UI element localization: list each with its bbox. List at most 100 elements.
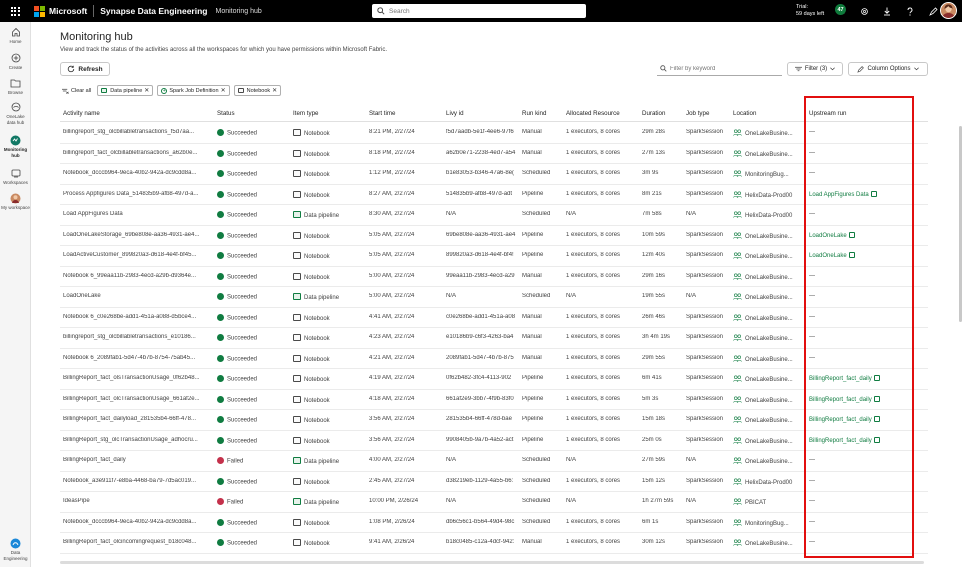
activity-name-cell[interactable]: IdeasPipe — [63, 498, 211, 504]
upstream-run-cell[interactable]: LoadOneLake — [809, 252, 921, 259]
rail-item-onelake[interactable]: OneLake data hub — [0, 101, 31, 125]
table-row[interactable]: BillingReport_fact_olcTransactionUsage_6… — [60, 390, 928, 410]
table-row[interactable]: BillingReport_fact_dailyload_281535b4-66… — [60, 410, 928, 431]
global-search[interactable] — [372, 4, 586, 18]
table-row[interactable]: BillingReport_fact_olsTransactionUsage_0… — [60, 369, 928, 390]
upstream-run-link[interactable]: Load AppFigures Data — [809, 192, 869, 198]
table-row[interactable]: billingreport_stg_olcbillabletransaction… — [60, 123, 928, 144]
upstream-run-cell[interactable]: BillingReport_fact_daily — [809, 375, 921, 382]
table-row[interactable]: LoadOneLake Succeeded Data pipeline 5:00 AM… — [60, 287, 928, 308]
table-row[interactable]: Notebook_dcccb964-9eca-40b2-942a-dc9cdd8… — [60, 513, 928, 533]
share-feedback-button[interactable] — [926, 3, 940, 19]
activity-name-cell[interactable]: LoadOneLakeStorage_69be808e-aa36-4931-ae… — [63, 232, 211, 238]
table-row[interactable]: billingreport_stg_olcbillabletransaction… — [60, 328, 928, 349]
activity-name-cell[interactable]: LoadActiveCustomer_899820a3-d618-4e4f-bf… — [63, 252, 211, 258]
open-link-icon[interactable] — [873, 375, 880, 381]
activity-name-cell[interactable]: BillingReport_fact_dailyload_281535b4-66… — [63, 416, 211, 422]
rail-item-my-workspace[interactable]: My workspace — [0, 192, 31, 211]
upstream-run-cell[interactable]: LoadOneLake — [809, 231, 921, 239]
rail-item-browse[interactable]: Browse — [0, 77, 31, 96]
open-link-icon[interactable] — [873, 395, 880, 402]
rail-experience-switcher[interactable]: Data Engineering — [0, 537, 31, 561]
table-row[interactable]: billingreport_fact_olcbillabletransactio… — [60, 144, 928, 164]
upstream-run-link[interactable]: BillingReport_fact_daily — [809, 438, 872, 444]
activity-name-cell[interactable]: BillingReport_fact_olcincomingrequest_b1… — [63, 539, 211, 545]
column-header-start-time[interactable]: Start time — [369, 110, 395, 117]
column-header-allocated-resource[interactable]: Allocated Resource — [566, 110, 620, 117]
column-header-duration[interactable]: Duration — [642, 110, 665, 117]
upstream-run-link[interactable]: BillingReport_fact_daily — [809, 397, 872, 403]
activity-name-cell[interactable]: billingreport_stg_olcbillabletransaction… — [63, 129, 211, 135]
table-row[interactable]: BillingReport_fact_daily Failed Data pipel… — [60, 451, 928, 472]
column-header-item-type[interactable]: Item type — [293, 110, 318, 117]
upstream-run-link[interactable]: BillingReport_fact_daily — [809, 376, 872, 382]
table-row[interactable]: LoadActiveCustomer_899820a3-d618-4e4f-bf… — [60, 246, 928, 267]
upstream-run-cell[interactable]: Load AppFigures Data — [809, 190, 921, 198]
activity-name-cell[interactable]: BillingReport_fact_daily — [63, 457, 211, 463]
horizontal-scrollbar[interactable] — [60, 561, 924, 564]
table-row[interactable]: Notebook 6_2089fab1-5d47-4b7b-8754-75ab4… — [60, 349, 928, 369]
upstream-run-link[interactable]: LoadOneLake — [809, 233, 847, 239]
refresh-button[interactable]: Refresh — [60, 62, 110, 76]
open-link-icon[interactable] — [848, 231, 855, 238]
filter-chip-notebook[interactable]: Notebook ✕ — [233, 85, 282, 96]
upstream-run-cell[interactable]: BillingReport_fact_daily — [809, 436, 921, 444]
activity-name-cell[interactable]: LoadOneLake — [63, 293, 211, 299]
activity-name-cell[interactable]: Notebook 6_2089fab1-5d47-4b7b-8754-75ab4… — [63, 355, 211, 361]
table-row[interactable]: BillingReport_stg_olcTransactionUsage_ad… — [60, 431, 928, 451]
filter-button[interactable]: Filter (3) — [787, 62, 843, 76]
trial-status[interactable]: Trial: 59 days left — [796, 4, 824, 18]
rail-item-create[interactable]: Create — [0, 52, 31, 71]
table-row[interactable]: Load AppFigures Data Succeeded Data pipeli… — [60, 205, 928, 226]
close-icon[interactable]: ✕ — [144, 87, 149, 94]
upstream-run-link[interactable]: LoadOneLake — [809, 253, 847, 259]
activity-name-cell[interactable]: Notebook_a3e911f7-e8ba-4468-ba79-7d5ac01… — [63, 478, 211, 484]
table-row[interactable]: Notebook 6_99eaa11b-2983-4ecd-a29b-d9364… — [60, 267, 928, 287]
activity-name-cell[interactable]: billingreport_stg_olcbillabletransaction… — [63, 334, 211, 340]
column-header-location[interactable]: Location — [733, 110, 756, 117]
user-avatar[interactable] — [940, 2, 957, 19]
breadcrumb[interactable]: Monitoring hub — [215, 8, 261, 15]
search-input[interactable] — [389, 7, 579, 15]
keyword-filter-input[interactable] — [670, 65, 780, 72]
notifications-button[interactable]: 47 — [834, 3, 848, 19]
column-header-livy-id[interactable]: Livy id — [446, 110, 464, 117]
activity-name-cell[interactable]: billingreport_fact_olcbillabletransactio… — [63, 150, 211, 156]
filter-chip-spark-job-definition[interactable]: + Spark Job Definition ✕ — [157, 85, 230, 96]
rail-item-workspaces[interactable]: Workspaces — [0, 167, 31, 186]
activity-name-cell[interactable]: Notebook 6_c0e268be-add1-451a-a088-d5bce… — [63, 314, 211, 320]
open-link-icon[interactable] — [873, 436, 880, 443]
rail-item-home[interactable]: Home — [0, 26, 31, 45]
column-header-run-kind[interactable]: Run kind — [522, 110, 546, 117]
table-row[interactable]: BillingReport_fact_olcincomingrequest_b1… — [60, 533, 928, 554]
filter-chip-data-pipeline[interactable]: Data pipeline ✕ — [97, 85, 154, 96]
open-link-icon[interactable] — [873, 416, 880, 422]
keyword-filter[interactable] — [657, 62, 782, 76]
table-row[interactable]: Notebook 6_c0e268be-add1-451a-a088-d5bce… — [60, 308, 928, 328]
close-icon[interactable]: ✕ — [221, 87, 226, 94]
table-row[interactable]: Notebook_a3e911f7-e8ba-4468-ba79-7d5ac01… — [60, 472, 928, 492]
help-button[interactable] — [903, 3, 917, 19]
table-row[interactable]: Process Appfigures Data_514835b9-afb8-49… — [60, 185, 928, 205]
open-link-icon[interactable] — [848, 252, 855, 258]
rail-item-monitoring-hub[interactable]: Monitoring hub — [0, 134, 31, 158]
activity-name-cell[interactable]: Notebook_dcccb964-9eca-40b2-942a-dc9cdd8… — [63, 519, 211, 525]
download-button[interactable] — [880, 3, 894, 19]
table-row[interactable]: IdeasPipe Failed Data pipeline 10:00 PM, 2/… — [60, 492, 928, 513]
open-link-icon[interactable] — [870, 190, 877, 197]
column-header-job-type[interactable]: Job type — [686, 110, 709, 117]
brand-name[interactable]: Microsoft — [49, 6, 87, 16]
activity-name-cell[interactable]: BillingReport_fact_olsTransactionUsage_0… — [63, 375, 211, 381]
upstream-run-cell[interactable]: BillingReport_fact_daily — [809, 416, 921, 423]
clear-all-filters-button[interactable]: Clear all — [60, 85, 94, 96]
table-row[interactable]: Notebook_dcccb964-9eca-40b2-942a-dc9cdd8… — [60, 164, 928, 185]
activity-name-cell[interactable]: BillingReport_fact_olcTransactionUsage_6… — [63, 396, 211, 402]
activity-name-cell[interactable]: Notebook 6_99eaa11b-2983-4ecd-a29b-d9364… — [63, 273, 211, 279]
upstream-run-link[interactable]: BillingReport_fact_daily — [809, 417, 872, 423]
column-header-status[interactable]: Status — [217, 110, 235, 117]
column-header-upstream-run[interactable]: Upstream run — [809, 110, 846, 117]
app-launcher-icon[interactable] — [0, 0, 30, 22]
column-options-button[interactable]: Column Options — [848, 62, 928, 76]
close-icon[interactable]: ✕ — [272, 87, 277, 94]
column-header-activity-name[interactable]: Activity name — [63, 110, 100, 117]
